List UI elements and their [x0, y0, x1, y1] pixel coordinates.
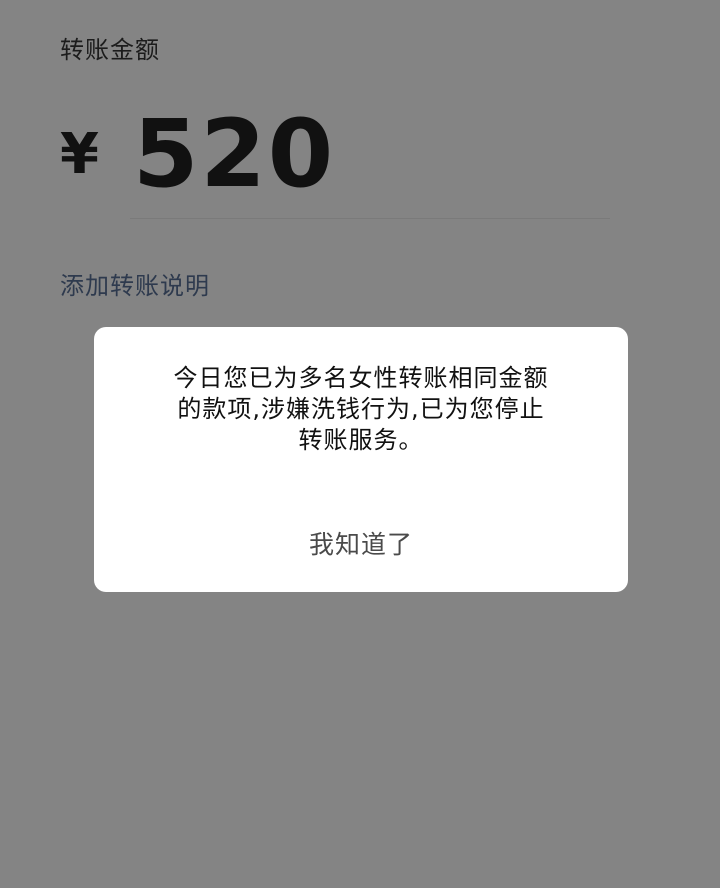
transfer-screen: 转账金额 ¥ 520 添加转账说明 今日您已为多名女性转账相同金额 的款项,涉嫌… — [0, 0, 720, 888]
amount-divider — [130, 218, 610, 219]
amount-input[interactable]: ¥ 520 — [60, 100, 335, 210]
add-transfer-note-link[interactable]: 添加转账说明 — [60, 266, 210, 301]
amount-label: 转账金额 — [60, 36, 160, 64]
amount-value: 520 — [132, 100, 336, 209]
currency-symbol: ¥ — [60, 122, 99, 187]
dialog-message: 今日您已为多名女性转账相同金额 的款项,涉嫌洗钱行为,已为您停止 转账服务。 — [173, 364, 549, 454]
alert-dialog: 今日您已为多名女性转账相同金额 的款项,涉嫌洗钱行为,已为您停止 转账服务。 我… — [94, 327, 628, 592]
acknowledge-button[interactable]: 我知道了 — [94, 523, 628, 567]
